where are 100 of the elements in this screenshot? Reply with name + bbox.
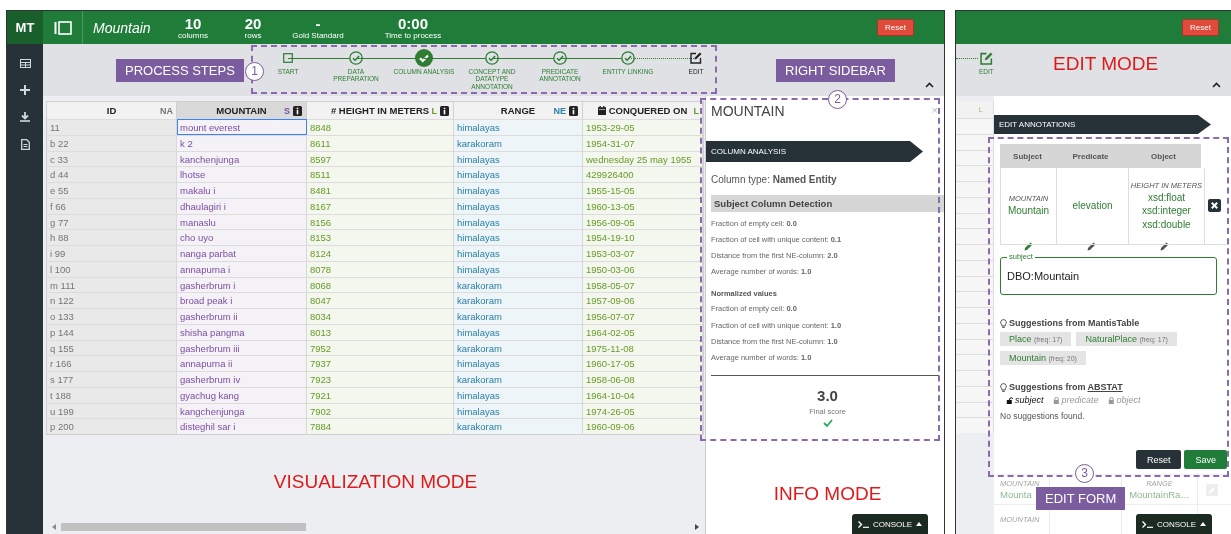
step-check-icon[interactable] <box>553 51 567 65</box>
stat-label: rows <box>244 31 262 40</box>
column-header[interactable]: # HEIGHT IN METERS L <box>307 102 454 119</box>
table-cell[interactable]: o 133 <box>47 308 177 324</box>
table-cell[interactable]: 1953-29-05 <box>583 119 703 135</box>
delete-icon[interactable] <box>1208 199 1221 212</box>
column-header[interactable]: CONQUERED ON L <box>583 102 703 119</box>
table-cell[interactable]: 1960-17-05 <box>583 355 703 371</box>
table-cell[interactable]: gasherbrum iv <box>177 371 307 387</box>
table-icon[interactable] <box>19 59 31 68</box>
table-cell[interactable]: broad peak i <box>177 292 307 308</box>
lightbulb-icon <box>1000 318 1007 328</box>
pencil-icon[interactable] <box>1160 242 1169 251</box>
document-icon[interactable] <box>20 139 30 150</box>
table-cell[interactable]: gasherbrum ii <box>177 308 307 324</box>
annotation-value[interactable]: Mountain <box>1007 204 1050 218</box>
table-cell[interactable]: e 55 <box>47 182 177 198</box>
column-header[interactable]: ID NA <box>47 102 177 119</box>
column-header[interactable]: MOUNTAIN S <box>177 102 307 119</box>
table-cell[interactable]: himalayas <box>454 245 583 261</box>
filter-toggle[interactable]: subject <box>1006 395 1044 405</box>
caret-up-icon[interactable] <box>925 82 934 88</box>
sidebar-title: MOUNTAIN <box>711 103 785 119</box>
reset-button[interactable]: Reset <box>1135 450 1182 469</box>
table-cell[interactable]: 1955-15-05 <box>583 182 703 198</box>
table-cell[interactable]: karakoram <box>454 308 583 324</box>
table-cell[interactable]: 8511 <box>307 166 454 182</box>
section-heading: Subject Column Detection <box>711 195 944 212</box>
table-cell[interactable]: 8848 <box>307 119 454 135</box>
info-icon[interactable] <box>293 105 302 116</box>
filter-toggle[interactable]: object <box>1107 395 1141 405</box>
edit-icon[interactable] <box>690 51 702 65</box>
abstat-link[interactable]: ABSTAT <box>1087 382 1123 392</box>
table-cell[interactable]: himalayas <box>454 229 583 245</box>
table-cell[interactable]: karakoram <box>454 371 583 387</box>
filter-toggle[interactable]: predicate <box>1052 395 1099 405</box>
table-cell[interactable]: r 166 <box>47 355 177 371</box>
column-header[interactable]: RANGE NE <box>454 102 583 119</box>
annotation-value[interactable]: xsd:integer <box>1142 204 1191 218</box>
mode-caption: VISUALIZATION MODE <box>273 471 478 493</box>
callout-label: EDIT FORM <box>1036 487 1126 510</box>
table-cell[interactable]: karakoram <box>454 292 583 308</box>
table-cell[interactable]: himalayas <box>454 119 583 135</box>
table-cell[interactable]: cho uyo <box>177 229 307 245</box>
table-cell[interactable]: 8153 <box>307 229 454 245</box>
download-icon[interactable] <box>20 112 30 122</box>
table-cell[interactable]: himalayas <box>454 355 583 371</box>
table-cell[interactable]: disteghil sar i <box>177 418 307 434</box>
annotation-value[interactable]: xsd:double <box>1142 217 1191 232</box>
table-cell[interactable]: mount everest <box>177 119 307 135</box>
info-icon[interactable] <box>569 105 578 116</box>
table-cell[interactable]: lhotse <box>177 166 307 182</box>
table-cell[interactable]: 8034 <box>307 308 454 324</box>
table-cell[interactable]: nanga parbat <box>177 245 307 261</box>
table-cell[interactable]: 1953-03-07 <box>583 245 703 261</box>
table-cell[interactable]: makalu i <box>177 182 307 198</box>
scroll-left-icon[interactable] <box>52 524 57 530</box>
plus-icon[interactable] <box>20 85 30 95</box>
table-cell[interactable]: annapurna ii <box>177 355 307 371</box>
table-cell[interactable]: himalayas <box>454 182 583 198</box>
table-cell[interactable]: 1957-09-06 <box>583 292 703 308</box>
console-button[interactable]: CONSOLE <box>852 514 929 534</box>
reset-button[interactable]: Reset <box>1182 19 1219 36</box>
step-check-icon[interactable] <box>621 51 635 65</box>
step-check-icon[interactable] <box>415 49 433 67</box>
table-cell[interactable]: himalayas <box>454 166 583 182</box>
scroll-right-icon[interactable] <box>694 524 699 530</box>
step-check-icon[interactable] <box>485 51 499 65</box>
table-cell[interactable]: 8481 <box>307 182 454 198</box>
column-name: CONQUERED ON <box>608 105 688 116</box>
table-cell[interactable]: 11 <box>47 119 177 135</box>
step-square-icon[interactable] <box>283 51 293 65</box>
table-cell[interactable]: n 122 <box>47 292 177 308</box>
save-button[interactable]: Save <box>1184 450 1227 469</box>
table-cell[interactable]: karakoram <box>454 418 583 434</box>
info-icon[interactable] <box>440 105 449 116</box>
table-cell[interactable]: s 177 <box>47 371 177 387</box>
table-cell[interactable]: 1954-19-10 <box>583 229 703 245</box>
annotation-value[interactable]: xsd:float <box>1147 190 1186 205</box>
console-button[interactable]: CONSOLE <box>1135 514 1212 534</box>
table-cell[interactable]: 1956-07-07 <box>583 308 703 324</box>
table-cell[interactable]: 7923 <box>307 371 454 387</box>
table-cell[interactable]: 7884 <box>307 418 454 434</box>
stat-value: 10 <box>184 15 202 31</box>
table-cell[interactable]: 1958-06-08 <box>583 371 703 387</box>
table-cell[interactable]: d 44 <box>47 166 177 182</box>
caret-up-icon[interactable] <box>1212 82 1221 88</box>
table-cell[interactable]: h 88 <box>47 229 177 245</box>
table-cell[interactable]: p 200 <box>47 418 177 434</box>
table-cell[interactable]: 8047 <box>307 292 454 308</box>
table-cell[interactable]: 1960-09-06 <box>583 418 703 434</box>
annotation-value[interactable]: elevation <box>1072 199 1113 213</box>
annotation-value: MountainRa… <box>1129 488 1190 500</box>
table-cell[interactable]: 429926400 <box>583 166 703 182</box>
table-cell[interactable]: i 99 <box>47 245 177 261</box>
pencil-icon[interactable] <box>1087 242 1096 251</box>
table-cell[interactable]: 8124 <box>307 245 454 261</box>
table-cell[interactable]: 7937 <box>307 355 454 371</box>
step-check-icon[interactable] <box>349 51 363 65</box>
reset-button[interactable]: Reset <box>877 19 914 36</box>
